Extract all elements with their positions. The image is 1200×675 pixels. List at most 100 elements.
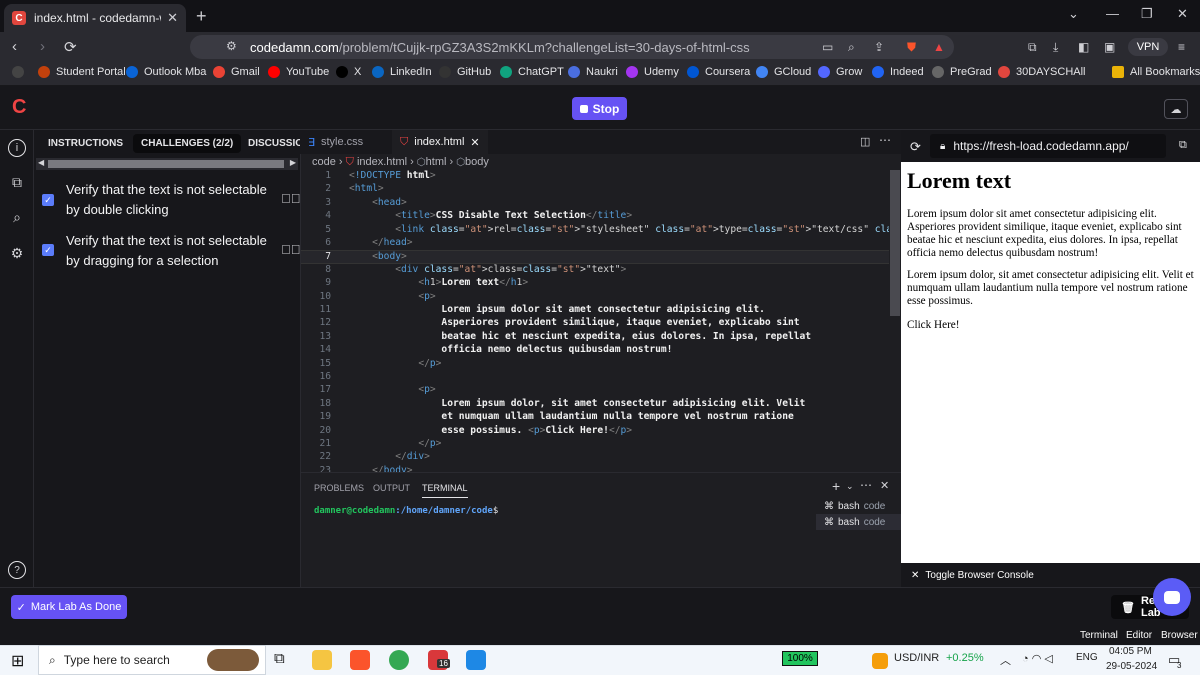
help-icon[interactable]: ? bbox=[8, 561, 26, 579]
mark-lab-done-button[interactable]: ✓ Mark Lab As Done bbox=[11, 595, 127, 619]
all-bookmarks[interactable]: All Bookmarks bbox=[1112, 66, 1200, 78]
chevron-down-icon[interactable]: ⌄ bbox=[846, 481, 854, 492]
code-line[interactable]: 13 beatae hic et nesciunt expedita, eius… bbox=[301, 331, 889, 344]
crumb-code[interactable]: code bbox=[312, 156, 336, 168]
cloud-button[interactable]: ☁ bbox=[1164, 99, 1188, 119]
downloads-icon[interactable]: ⤓ bbox=[1053, 40, 1058, 55]
terminal-prompt[interactable]: damner@codedamn:/home/damner/code$ bbox=[314, 506, 498, 516]
terminal-session[interactable]: ⌘ bash code bbox=[816, 514, 901, 530]
code-line[interactable]: 17 <p> bbox=[301, 384, 889, 397]
bookmark-grow[interactable]: Grow bbox=[818, 66, 862, 78]
code-line[interactable]: 15 </p> bbox=[301, 358, 889, 371]
site-info-icon[interactable]: ⚙ bbox=[226, 39, 237, 53]
code-area[interactable]: 1 <!DOCTYPE html> 2 <html> 3 <head> 4 <title>… bbox=[301, 170, 889, 472]
code-line[interactable]: 5 <link class="at">rel=class="st">"style… bbox=[301, 224, 889, 237]
stop-button[interactable]: Stop bbox=[572, 97, 627, 120]
brave-rewards-icon[interactable]: ▲ bbox=[933, 40, 945, 54]
bookmark-30days[interactable]: 30DAYSCHAll bbox=[998, 66, 1086, 78]
bookmark-linkedin[interactable]: LinkedIn bbox=[372, 66, 432, 78]
crumb-html[interactable]: html bbox=[426, 156, 447, 168]
close-tab-icon[interactable]: ✕ bbox=[167, 10, 178, 26]
code-line[interactable]: 20 esse possimus. <p>Click Here!</p> bbox=[301, 425, 889, 438]
bookmark-student-portal[interactable]: Student Portal bbox=[38, 66, 126, 78]
code-line[interactable]: 2 <html> bbox=[301, 183, 889, 196]
code-line[interactable]: 1 <!DOCTYPE html> bbox=[301, 170, 889, 183]
bookmark-x[interactable]: X bbox=[336, 66, 361, 78]
clock-time[interactable]: 04:05 PM bbox=[1109, 646, 1152, 657]
wallet-icon[interactable]: ▣ bbox=[1104, 40, 1115, 54]
code-line[interactable]: 6 </head> bbox=[301, 237, 889, 250]
code-line[interactable]: 3 <head> bbox=[301, 197, 889, 210]
restore-icon[interactable]: ❐ bbox=[1141, 6, 1153, 22]
bookmark-outlook[interactable]: Outlook Mba bbox=[126, 66, 206, 78]
vscode-icon[interactable] bbox=[466, 650, 486, 670]
cast-icon[interactable]: ▭ bbox=[822, 40, 833, 54]
file-explorer-icon[interactable] bbox=[312, 650, 332, 670]
search-icon[interactable]: ⌕ bbox=[8, 208, 26, 226]
tab-search-icon[interactable]: ⌄ bbox=[1068, 6, 1079, 22]
bookmark-pregrad[interactable]: PreGrad bbox=[932, 66, 992, 78]
challenge-checkbox-1[interactable]: ✓ bbox=[42, 194, 54, 206]
clock-date[interactable]: 29-05-2024 bbox=[1106, 661, 1157, 672]
new-tab-icon[interactable]: + bbox=[196, 6, 207, 27]
split-editor-icon[interactable]: ◫ bbox=[860, 135, 870, 148]
code-line[interactable]: 10 <p> bbox=[301, 291, 889, 304]
code-line[interactable]: 23 </body> bbox=[301, 465, 889, 472]
code-line[interactable]: 8 <div class="at">class=class="st">"text… bbox=[301, 264, 889, 277]
bookmark-gmail[interactable]: Gmail bbox=[213, 66, 260, 78]
tab-terminal[interactable]: TERMINAL bbox=[422, 483, 468, 498]
bookmark-naukri[interactable]: Naukri bbox=[568, 66, 618, 78]
reload-icon[interactable]: ⟳ bbox=[64, 38, 77, 56]
brave-bookmark-icon[interactable] bbox=[12, 66, 30, 78]
battery-indicator[interactable]: 100% bbox=[782, 651, 818, 666]
network-icon[interactable]: ◔ ◠ ◁ bbox=[1022, 652, 1053, 665]
bookmark-gcloud[interactable]: GCloud bbox=[756, 66, 811, 78]
tab-discussion[interactable]: DISCUSSION bbox=[248, 138, 300, 149]
mode-browser[interactable]: Browser bbox=[1161, 630, 1198, 641]
scroll-thumb[interactable] bbox=[48, 160, 284, 168]
code-line[interactable]: 14 officia nemo delectus quibusdam nostr… bbox=[301, 344, 889, 357]
share-icon[interactable]: ⇪ bbox=[874, 40, 884, 54]
sidebar-icon[interactable]: ◧ bbox=[1078, 40, 1089, 54]
mode-terminal[interactable]: Terminal bbox=[1080, 630, 1118, 641]
bookmark-github[interactable]: GitHub bbox=[439, 66, 491, 78]
browser-tab[interactable]: C index.html - codedamn-workspac ✕ bbox=[4, 4, 186, 32]
editor-scrollbar[interactable] bbox=[889, 170, 901, 472]
code-line[interactable]: 18 Lorem ipsum dolor, sit amet consectet… bbox=[301, 398, 889, 411]
scroll-right-icon[interactable]: ▶ bbox=[290, 158, 296, 167]
tab-style-css[interactable]: ∃ style.css bbox=[300, 130, 371, 154]
code-line[interactable]: 11 Lorem ipsum dolor sit amet consectetu… bbox=[301, 304, 889, 317]
code-line[interactable]: 21 </p> bbox=[301, 438, 889, 451]
close-panel-icon[interactable]: ✕ bbox=[880, 479, 889, 492]
more-actions-icon[interactable]: ⋯ bbox=[860, 478, 872, 492]
window-close-icon[interactable]: ✕ bbox=[1177, 6, 1188, 22]
challenge-checkbox-2[interactable]: ✓ bbox=[42, 244, 54, 256]
horizontal-scrollbar[interactable]: ◀ ▶ bbox=[36, 158, 298, 170]
minimize-icon[interactable]: — bbox=[1106, 6, 1119, 21]
bookmark-udemy[interactable]: Udemy bbox=[626, 66, 679, 78]
chrome-icon[interactable] bbox=[389, 650, 409, 670]
bookmark-youtube[interactable]: YouTube bbox=[268, 66, 329, 78]
bookmark-indeed[interactable]: Indeed bbox=[872, 66, 924, 78]
preview-url-bar[interactable]: 🔒︎ https://fresh-load.codedamn.app/ bbox=[930, 134, 1166, 158]
task-view-icon[interactable]: ⧉ bbox=[274, 650, 285, 667]
code-line[interactable]: 19 et numquam ullam laudantium nulla tem… bbox=[301, 411, 889, 424]
toggle-console[interactable]: ✕ Toggle Browser Console bbox=[901, 563, 1200, 587]
back-icon[interactable]: ‹ bbox=[12, 38, 17, 55]
code-line[interactable]: 9 <h1>Lorem text</h1> bbox=[301, 277, 889, 290]
files-icon[interactable]: ⧉ bbox=[8, 173, 26, 191]
tab-problems[interactable]: PROBLEMS bbox=[314, 483, 364, 493]
code-line[interactable]: 7 <body> bbox=[301, 250, 889, 264]
code-line[interactable]: 4 <title>CSS Disable Text Selection</tit… bbox=[301, 210, 889, 223]
scroll-left-icon[interactable]: ◀ bbox=[38, 158, 44, 167]
info-icon[interactable]: i bbox=[8, 139, 26, 157]
crumb-body[interactable]: body bbox=[465, 156, 489, 168]
tab-challenges[interactable]: CHALLENGES (2/2) bbox=[133, 134, 242, 153]
brave-shield-icon[interactable]: ⛊ bbox=[907, 40, 916, 55]
menu-icon[interactable]: ≡ bbox=[1178, 40, 1185, 54]
brave-icon[interactable] bbox=[350, 650, 370, 670]
code-line[interactable]: 22 </div> bbox=[301, 451, 889, 464]
taskbar-search[interactable]: ⌕ Type here to search bbox=[38, 645, 266, 675]
extensions-icon[interactable]: ⧉ bbox=[1028, 40, 1037, 55]
tray-chevron-icon[interactable]: ︿ bbox=[1000, 652, 1011, 668]
